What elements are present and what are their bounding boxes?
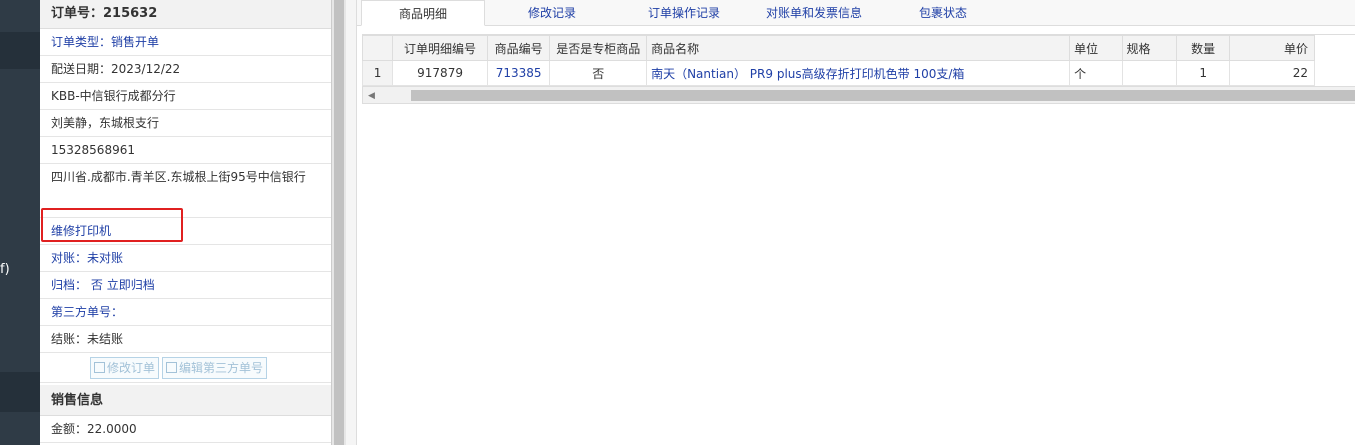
tab-operation-log[interactable]: 订单操作记录 [629, 0, 739, 26]
settle-status: 结账：未结账 [40, 326, 331, 353]
table-row[interactable]: 1 917879 713385 否 南天（Nantian） PR9 plus高级… [361, 60, 1315, 86]
scrollbar-thumb[interactable] [411, 90, 1355, 101]
nav-fragment-text: f) [0, 262, 10, 277]
edit-third-party-button[interactable]: 编辑第三方单号 [162, 357, 268, 379]
reconcile-status: 对账：未对账 [40, 245, 331, 272]
archive-value: 否 [90, 278, 103, 292]
column-header [361, 35, 394, 61]
column-header[interactable]: 商品名称 [646, 35, 1071, 61]
edit-icon [94, 362, 105, 373]
product-grid: 订单明细编号 商品编号 是否是专柜商品 商品名称 单位 规格 数量 单价 1 9… [361, 34, 1355, 104]
product-name-link[interactable]: 南天（Nantian） PR9 plus高级存折打印机色带 100支/箱 [646, 60, 1071, 86]
delivery-date: 配送日期：2023/12/22 [40, 56, 331, 83]
column-header[interactable]: 单价 [1229, 35, 1315, 61]
sales-info-header: 销售信息 [40, 385, 331, 416]
nav-band[interactable] [0, 32, 40, 69]
spec-cell [1121, 60, 1177, 86]
order-type: 订单类型：销售开单 [40, 29, 331, 56]
unit-price-cell: 22 [1229, 60, 1315, 86]
archive-now-link[interactable]: 立即归档 [107, 278, 155, 292]
detail-area: 商品明细 修改记录 订单操作记录 对账单和发票信息 包裹状态 订单明细编号 商品… [356, 0, 1355, 445]
customer-name: KBB-中信银行成都分行 [40, 83, 331, 110]
order-number-header: 订单号：215632 [40, 0, 331, 29]
contact-person: 刘美静，东城根支行 [40, 110, 331, 137]
unit-cell: 个 [1069, 60, 1123, 86]
counter-product-cell: 否 [549, 60, 648, 86]
column-header[interactable]: 是否是专柜商品 [549, 35, 648, 61]
archive-status: 归档： 否 立即归档 [40, 272, 331, 299]
column-header[interactable]: 单位 [1069, 35, 1123, 61]
row-number: 1 [361, 60, 394, 86]
archive-label: 归档： [51, 278, 88, 292]
column-header[interactable]: 订单明细编号 [392, 35, 488, 61]
detail-number-cell: 917879 [392, 60, 488, 86]
scrollbar-thumb[interactable] [334, 0, 344, 445]
edit-order-button[interactable]: 修改订单 [90, 357, 160, 379]
tab-package-status[interactable]: 包裹状态 [903, 0, 983, 26]
order-actions: 修改订单 编辑第三方单号 [40, 353, 331, 383]
tab-statement-invoice[interactable]: 对账单和发票信息 [749, 0, 879, 26]
tab-change-log[interactable]: 修改记录 [497, 0, 607, 26]
tab-bar: 商品明细 修改记录 订单操作记录 对账单和发票信息 包裹状态 [357, 0, 1355, 26]
phone-number: 15328568961 [40, 137, 331, 164]
product-table: 订单明细编号 商品编号 是否是专柜商品 商品名称 单位 规格 数量 单价 1 9… [361, 35, 1315, 86]
tab-product-details[interactable]: 商品明细 [361, 0, 485, 26]
edit-icon [166, 362, 178, 373]
annotation-highlight-box [41, 208, 183, 242]
panel-scrollbar[interactable] [332, 0, 346, 445]
quantity-cell: 1 [1175, 60, 1231, 86]
product-code-link[interactable]: 713385 [486, 60, 551, 86]
column-header[interactable]: 数量 [1175, 35, 1231, 61]
grid-horizontal-scrollbar[interactable]: ◀ [362, 86, 1355, 104]
amount: 金额：22.0000 [40, 416, 331, 443]
column-header[interactable]: 商品编号 [486, 35, 551, 61]
column-header[interactable]: 规格 [1121, 35, 1177, 61]
third-party-number: 第三方单号： [40, 299, 331, 326]
table-header-row: 订单明细编号 商品编号 是否是专柜商品 商品名称 单位 规格 数量 单价 [361, 35, 1315, 61]
scroll-left-icon[interactable]: ◀ [368, 91, 375, 101]
left-nav: f) [0, 0, 40, 445]
nav-band[interactable] [0, 372, 40, 412]
panel-gap [346, 0, 356, 445]
